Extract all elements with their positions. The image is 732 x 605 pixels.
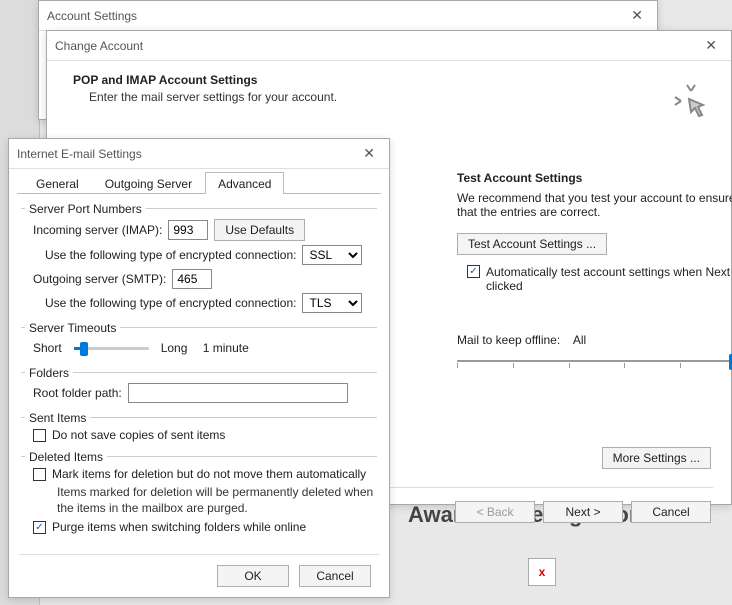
back-button[interactable]: < Back xyxy=(455,501,535,523)
test-text: We recommend that you test your account … xyxy=(457,191,732,219)
next-button[interactable]: Next > xyxy=(543,501,623,523)
page-heading: POP and IMAP Account Settings xyxy=(73,73,711,87)
offline-label: Mail to keep offline: xyxy=(457,333,560,347)
mark-deletion-label: Mark items for deletion but do not move … xyxy=(52,467,366,481)
tabstrip: General Outgoing Server Advanced xyxy=(17,171,381,194)
window-title: Change Account xyxy=(55,39,143,53)
timeout-short-label: Short xyxy=(33,341,62,355)
use-defaults-button[interactable]: Use Defaults xyxy=(214,219,305,241)
root-folder-input[interactable] xyxy=(128,383,348,403)
root-folder-label: Root folder path: xyxy=(33,386,122,400)
broken-image-icon: x xyxy=(528,558,556,586)
outgoing-enc-select[interactable]: TLS xyxy=(302,293,362,313)
ok-button[interactable]: OK xyxy=(217,565,289,587)
window-title: Internet E-mail Settings xyxy=(17,147,142,161)
purge-checkbox[interactable] xyxy=(33,521,46,534)
offline-slider[interactable] xyxy=(457,351,732,371)
more-settings-button[interactable]: More Settings ... xyxy=(602,447,711,469)
incoming-enc-label: Use the following type of encrypted conn… xyxy=(45,248,296,262)
cursor-icon xyxy=(671,81,711,121)
group-server-ports: Server Port Numbers xyxy=(25,202,146,216)
window-title: Account Settings xyxy=(47,9,137,23)
tab-outgoing[interactable]: Outgoing Server xyxy=(92,172,205,194)
timeout-slider[interactable] xyxy=(74,338,149,358)
test-heading: Test Account Settings xyxy=(457,171,732,185)
group-deleted-items: Deleted Items xyxy=(25,450,107,464)
outgoing-port-input[interactable] xyxy=(172,269,212,289)
close-icon[interactable]: ✕ xyxy=(625,5,649,26)
timeout-long-label: Long xyxy=(161,341,188,355)
mark-deletion-help: Items marked for deletion will be perman… xyxy=(57,485,377,516)
email-settings-window: Internet E-mail Settings ✕ General Outgo… xyxy=(8,138,390,598)
tab-general[interactable]: General xyxy=(23,172,92,194)
incoming-enc-select[interactable]: SSL xyxy=(302,245,362,265)
test-account-button[interactable]: Test Account Settings ... xyxy=(457,233,607,255)
incoming-port-input[interactable] xyxy=(168,220,208,240)
timeout-value: 1 minute xyxy=(203,341,249,355)
auto-test-checkbox[interactable] xyxy=(467,265,480,278)
close-icon[interactable]: ✕ xyxy=(699,35,723,56)
close-icon[interactable]: ✕ xyxy=(357,143,381,164)
cancel-button[interactable]: Cancel xyxy=(299,565,371,587)
group-server-timeouts: Server Timeouts xyxy=(25,321,120,335)
incoming-label: Incoming server (IMAP): xyxy=(33,223,162,237)
mark-deletion-checkbox[interactable] xyxy=(33,468,46,481)
sent-noduplicate-checkbox[interactable] xyxy=(33,429,46,442)
outgoing-enc-label: Use the following type of encrypted conn… xyxy=(45,296,296,310)
tab-advanced[interactable]: Advanced xyxy=(205,172,284,194)
sent-noduplicate-label: Do not save copies of sent items xyxy=(52,428,225,442)
purge-label: Purge items when switching folders while… xyxy=(52,520,306,534)
group-sent-items: Sent Items xyxy=(25,411,90,425)
outgoing-label: Outgoing server (SMTP): xyxy=(33,272,166,286)
page-subheading: Enter the mail server settings for your … xyxy=(89,90,711,104)
offline-value: All xyxy=(573,333,586,347)
cancel-button[interactable]: Cancel xyxy=(631,501,711,523)
group-folders: Folders xyxy=(25,366,73,380)
auto-test-label: Automatically test account settings when… xyxy=(486,265,732,293)
